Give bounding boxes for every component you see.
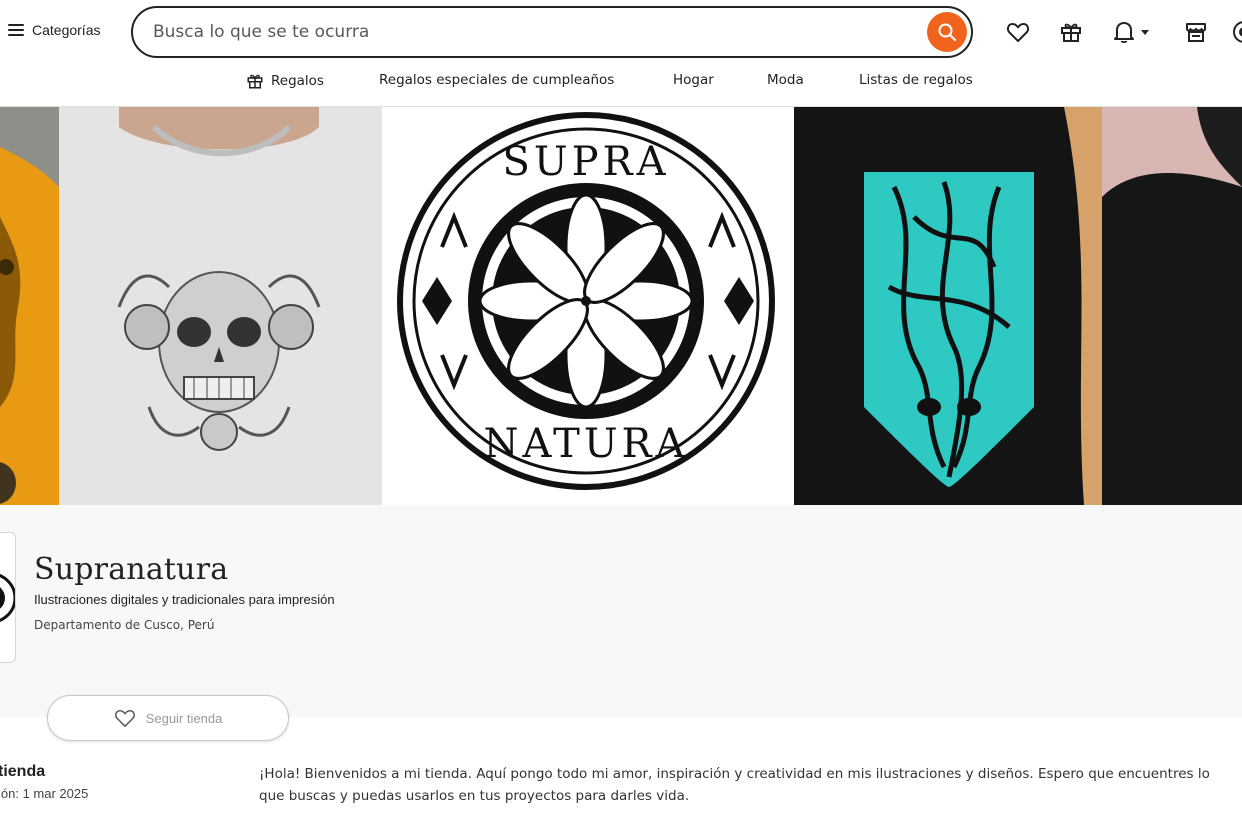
nav-item-gift-lists[interactable]: Listas de regalos [859, 72, 973, 88]
banner-photo-orange-shirt [0, 107, 59, 505]
search-input[interactable] [153, 18, 913, 46]
nav-item-regalos[interactable]: Regalos [246, 72, 324, 90]
logo-top-text: SUPRA [502, 139, 669, 185]
gift-icon [247, 74, 263, 89]
shop-info-section: Supranatura Ilustraciones digitales y tr… [0, 505, 1242, 717]
shop-name: Supranatura [34, 552, 229, 587]
category-nav: Regalos Regalos especiales de cumpleaños… [0, 72, 1242, 94]
caret-down-icon [1141, 30, 1149, 35]
categories-label: Categorías [32, 22, 101, 38]
notifications-button[interactable] [1113, 20, 1151, 44]
gifts-button[interactable] [1059, 20, 1083, 44]
banner-photo-teal-shirt [794, 107, 1102, 505]
nav-item-label: Regalos [271, 73, 324, 89]
about-text: ¡Hola! Bienvenidos a mi tienda. Aquí pon… [259, 766, 1210, 804]
gift-icon [1061, 23, 1081, 42]
account-button[interactable] [1232, 20, 1242, 44]
banner-logo: SUPRA NATURA [382, 107, 794, 505]
categories-button[interactable]: Categorías [8, 22, 100, 38]
bell-icon [1114, 22, 1134, 44]
about-title: tienda [0, 763, 46, 780]
shop-manager-button[interactable] [1184, 20, 1208, 44]
shop-banner: SUPRA NATURA [0, 107, 1242, 505]
about-since: ión: 1 mar 2025 [0, 786, 89, 801]
shop-avatar[interactable] [0, 532, 16, 663]
follow-shop-button[interactable]: Seguir tienda [47, 695, 289, 741]
search-icon [938, 23, 957, 42]
heart-icon [114, 710, 135, 727]
search-bar [131, 6, 973, 58]
heart-icon [1006, 23, 1030, 42]
banner-photo-hoodie [1102, 107, 1242, 505]
banner-photo-skull-shirt [59, 107, 382, 505]
nav-item-moda[interactable]: Moda [767, 72, 804, 88]
avatar-icon [1233, 21, 1242, 43]
menu-icon [8, 24, 24, 36]
follow-label: Seguir tienda [145, 710, 223, 726]
logo-bottom-text: NATURA [483, 421, 688, 467]
nav-item-birthday[interactable]: Regalos especiales de cumpleaños [379, 72, 614, 88]
store-icon [1186, 23, 1206, 42]
top-header: Categorías [0, 0, 1242, 62]
search-button[interactable] [927, 12, 967, 52]
shop-location: Departamento de Cusco, Perú [34, 618, 215, 632]
nav-item-hogar[interactable]: Hogar [673, 72, 714, 88]
shop-tagline: Ilustraciones digitales y tradicionales … [34, 592, 335, 607]
favorites-button[interactable] [1006, 20, 1030, 44]
